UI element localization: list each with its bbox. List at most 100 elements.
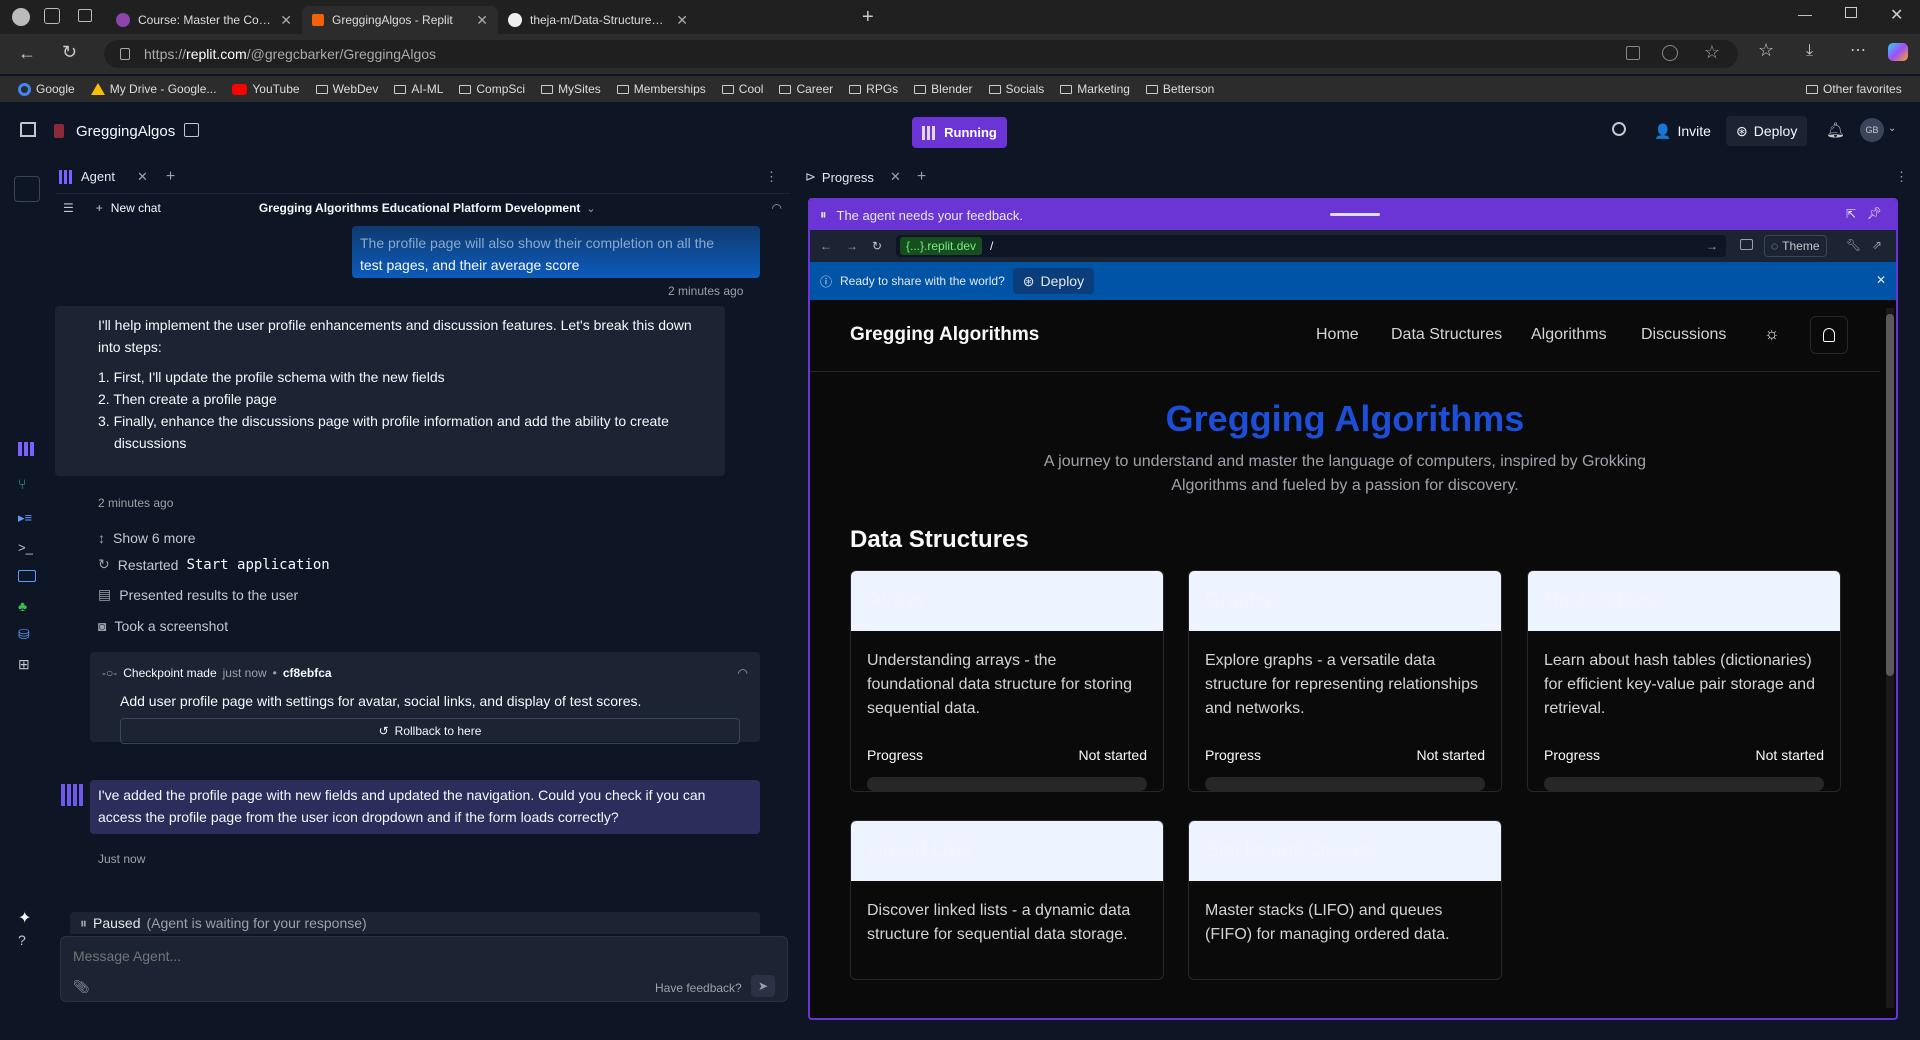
- favorite-folder-marketing[interactable]: Marketing: [1052, 82, 1138, 96]
- shell-icon[interactable]: >_: [18, 540, 36, 558]
- go-arrow-icon[interactable]: →: [1706, 239, 1718, 253]
- user-menu-button[interactable]: [1810, 316, 1848, 354]
- all-tools-icon[interactable]: ⊞: [18, 656, 36, 674]
- more-options-icon[interactable]: ⋮: [1895, 169, 1908, 185]
- attach-paperclip-icon[interactable]: 📎︎: [73, 979, 90, 995]
- pin-icon[interactable]: 📌︎: [1867, 206, 1882, 220]
- app-available-icon[interactable]: [1626, 46, 1640, 60]
- favorites-icon[interactable]: ☆: [1758, 40, 1774, 61]
- favorite-folder-aiml[interactable]: AI-ML: [386, 82, 451, 96]
- secrets-icon[interactable]: ♣: [18, 598, 36, 616]
- more-options-icon[interactable]: ⋮: [765, 169, 778, 185]
- new-tab-button[interactable]: +: [862, 6, 874, 29]
- feedback-link[interactable]: Have feedback?: [655, 981, 742, 995]
- invite-button[interactable]: 👤 Invite: [1648, 116, 1717, 146]
- devtools-wrench-icon[interactable]: 🔧︎: [1846, 238, 1861, 252]
- site-brand[interactable]: Gregging Algorithms: [850, 324, 1039, 346]
- card-graphs[interactable]: Graphs Explore graphs - a versatile data…: [1188, 570, 1502, 792]
- user-avatar[interactable]: GB: [1860, 118, 1884, 142]
- deploy-prompt-button[interactable]: ⊛ Deploy: [1012, 268, 1095, 294]
- show-more-button[interactable]: ↕ Show 6 more: [98, 530, 195, 546]
- checkpoint-hash[interactable]: cf8ebfca: [283, 662, 332, 684]
- chevron-down-icon[interactable]: ⌄: [586, 202, 595, 215]
- notifications-bell-icon[interactable]: 🔔︎: [1826, 121, 1845, 139]
- theme-button[interactable]: ◌ Theme: [1764, 235, 1827, 257]
- tab-progress[interactable]: ⊳ Progress ✕: [795, 169, 901, 185]
- browser-tab-course[interactable]: Course: Master the Coding Interv ✕: [106, 6, 302, 34]
- message-input[interactable]: [73, 945, 773, 967]
- file-tree-icon[interactable]: [14, 176, 40, 202]
- tab-actions-icon[interactable]: [78, 9, 92, 22]
- downloads-icon[interactable]: ⤓: [1806, 42, 1813, 60]
- agent-tool-icon[interactable]: [18, 442, 36, 456]
- address-bar[interactable]: https://replit.com/@gregcbarker/Gregging…: [104, 40, 1738, 68]
- nav-algorithms[interactable]: Algorithms: [1531, 326, 1607, 344]
- favorite-folder-career[interactable]: Career: [771, 82, 841, 96]
- rollback-button[interactable]: ↺ Rollback to here: [120, 718, 740, 744]
- favorite-folder-compsci[interactable]: CompSci: [451, 82, 533, 96]
- favorite-folder-cool[interactable]: Cool: [714, 82, 772, 96]
- favorite-youtube[interactable]: YouTube: [224, 82, 307, 96]
- favorite-folder-socials[interactable]: Socials: [981, 82, 1053, 96]
- webview-url-field[interactable]: {...}.replit.dev / →: [896, 235, 1726, 257]
- favorite-folder-mysites[interactable]: MySites: [533, 82, 609, 96]
- ai-sparkle-icon[interactable]: ✦: [18, 908, 36, 927]
- theme-toggle-sun-icon[interactable]: ☼: [1764, 324, 1780, 344]
- close-tab-icon[interactable]: ✕: [137, 169, 148, 185]
- home-icon[interactable]: [20, 122, 36, 137]
- git-icon[interactable]: ⑂: [18, 476, 36, 494]
- browser-tab-replit[interactable]: GreggingAlgos - Replit ✕: [302, 6, 498, 34]
- close-tab-icon[interactable]: ✕: [280, 12, 292, 29]
- close-tab-icon[interactable]: ✕: [676, 12, 688, 29]
- back-icon[interactable]: ←: [820, 239, 832, 253]
- project-info-icon[interactable]: [184, 123, 199, 137]
- refresh-icon[interactable]: ↻: [872, 239, 882, 253]
- help-icon[interactable]: ?: [18, 932, 36, 950]
- chat-history-icon[interactable]: ☰: [63, 201, 74, 215]
- back-icon[interactable]: ←: [18, 43, 36, 64]
- settings-more-icon[interactable]: ⋯: [1850, 40, 1866, 60]
- add-tab-icon[interactable]: +: [166, 168, 175, 186]
- card-arrays[interactable]: Arrays Understanding arrays - the founda…: [850, 570, 1164, 792]
- search-icon[interactable]: [1612, 122, 1626, 136]
- favorite-folder-betterson[interactable]: Betterson: [1138, 82, 1222, 96]
- favorite-folder-memberships[interactable]: Memberships: [609, 82, 714, 96]
- webview-icon[interactable]: [18, 570, 36, 582]
- forward-icon[interactable]: →: [846, 239, 858, 253]
- favorite-folder-rpgs[interactable]: RPGs: [841, 82, 906, 96]
- scrollbar-thumb[interactable]: [1886, 314, 1894, 676]
- favorite-folder-blender[interactable]: Blender: [906, 82, 980, 96]
- run-status-button[interactable]: Running: [912, 117, 1007, 148]
- database-icon[interactable]: ⛁: [18, 626, 36, 644]
- reader-icon[interactable]: [1662, 45, 1678, 61]
- minimize-window-button[interactable]: —: [1798, 6, 1812, 22]
- nav-discussions[interactable]: Discussions: [1641, 326, 1726, 344]
- card-hash-tables[interactable]: Hash Tables Learn about hash tables (dic…: [1527, 570, 1841, 792]
- console-icon[interactable]: ▸≡: [18, 510, 36, 528]
- nav-home[interactable]: Home: [1316, 326, 1359, 344]
- close-window-button[interactable]: ✕: [1890, 5, 1903, 25]
- chat-title[interactable]: Gregging Algorithms Educational Platform…: [259, 201, 581, 215]
- new-chat-button[interactable]: New chat: [111, 201, 161, 215]
- browser-tab-github[interactable]: theja-m/Data-Structures-and-Alg ✕: [498, 6, 698, 34]
- favorite-star-icon[interactable]: ☆: [1704, 42, 1720, 63]
- card-stacks-queues[interactable]: Stacks and Queues Master stacks (LIFO) a…: [1188, 820, 1502, 980]
- close-tab-icon[interactable]: ✕: [890, 169, 901, 185]
- speed-gauge-icon[interactable]: ◠: [772, 201, 782, 215]
- close-tab-icon[interactable]: ✕: [476, 12, 488, 29]
- open-new-tab-icon[interactable]: ⇗: [1872, 238, 1882, 252]
- copilot-icon[interactable]: [1888, 43, 1908, 61]
- close-icon[interactable]: ✕: [1876, 273, 1886, 287]
- chevron-down-icon[interactable]: ⌄: [1888, 123, 1896, 134]
- scrollbar[interactable]: [1886, 308, 1894, 1008]
- restore-window-button[interactable]: [1845, 7, 1857, 18]
- deploy-button[interactable]: ⊛ Deploy: [1726, 116, 1808, 146]
- profile-avatar-icon[interactable]: [12, 8, 30, 26]
- add-tab-icon[interactable]: +: [917, 168, 926, 186]
- project-name[interactable]: GreggingAlgos: [76, 123, 175, 140]
- other-favorites-folder[interactable]: Other favorites: [1798, 82, 1910, 96]
- tab-agent[interactable]: Agent ✕: [55, 160, 148, 194]
- card-linked-lists[interactable]: Linked Lists Discover linked lists - a d…: [850, 820, 1164, 980]
- dev-domain-badge[interactable]: {...}.replit.dev: [900, 237, 983, 255]
- site-info-icon[interactable]: [120, 48, 130, 60]
